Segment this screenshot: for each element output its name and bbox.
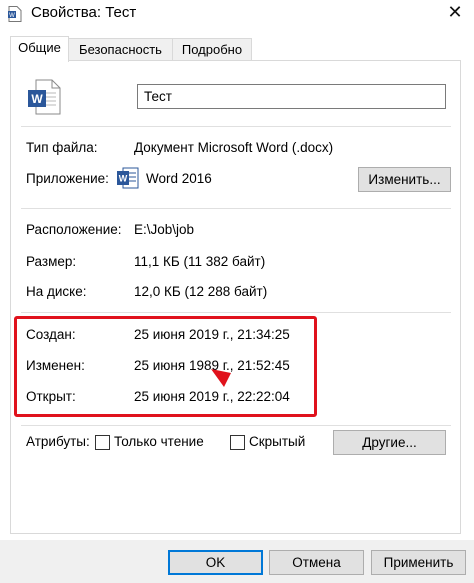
readonly-label[interactable]: Только чтение [114, 434, 204, 449]
size-label: Размер: [26, 254, 77, 269]
svg-text:W: W [31, 92, 43, 106]
divider [21, 425, 451, 426]
readonly-checkbox[interactable] [95, 435, 110, 450]
title-bar: W Свойства: Тест ✕ [0, 0, 474, 26]
file-type-label: Тип файла: [26, 140, 98, 155]
created-label: Создан: [26, 327, 76, 342]
tab-details[interactable]: Подробно [172, 38, 252, 61]
hidden-label[interactable]: Скрытый [249, 434, 305, 449]
ok-button[interactable]: OK [168, 550, 263, 575]
tab-security[interactable]: Безопасность [68, 38, 173, 61]
svg-text:W: W [9, 13, 15, 19]
tab-general[interactable]: Общие [10, 36, 69, 62]
word-app-icon: W [117, 167, 139, 189]
apply-button[interactable]: Применить [371, 550, 466, 575]
window-title: Свойства: Тест [31, 4, 137, 21]
created-value: 25 июня 2019 г., 21:34:25 [134, 327, 290, 342]
hidden-checkbox[interactable] [230, 435, 245, 450]
other-attributes-button[interactable]: Другие... [333, 430, 446, 455]
close-icon: ✕ [447, 2, 463, 22]
file-type-value: Документ Microsoft Word (.docx) [134, 140, 334, 155]
pointer-arrow-icon [211, 369, 231, 387]
cancel-button[interactable]: Отмена [269, 550, 364, 575]
divider [21, 312, 451, 313]
attributes-label: Атрибуты: [26, 434, 90, 449]
svg-text:W: W [119, 174, 128, 184]
word-document-icon: W [28, 79, 61, 115]
location-value: E:\Job\job [134, 222, 195, 237]
close-button[interactable]: ✕ [436, 0, 474, 24]
change-app-button[interactable]: Изменить... [358, 167, 451, 192]
application-label: Приложение: [26, 171, 109, 186]
divider [21, 208, 451, 209]
divider [21, 126, 451, 127]
size-value: 11,1 КБ (11 382 байт) [134, 254, 266, 269]
location-label: Расположение: [26, 222, 122, 237]
application-value: Word 2016 [146, 171, 212, 186]
modified-label: Изменен: [26, 358, 85, 373]
accessed-label: Открыт: [26, 389, 76, 404]
file-name-input[interactable] [137, 84, 446, 109]
size-on-disk-value: 12,0 КБ (12 288 байт) [134, 284, 268, 299]
accessed-value: 25 июня 2019 г., 22:22:04 [134, 389, 290, 404]
file-properties-icon: W [8, 6, 22, 22]
size-on-disk-label: На диске: [26, 284, 87, 299]
